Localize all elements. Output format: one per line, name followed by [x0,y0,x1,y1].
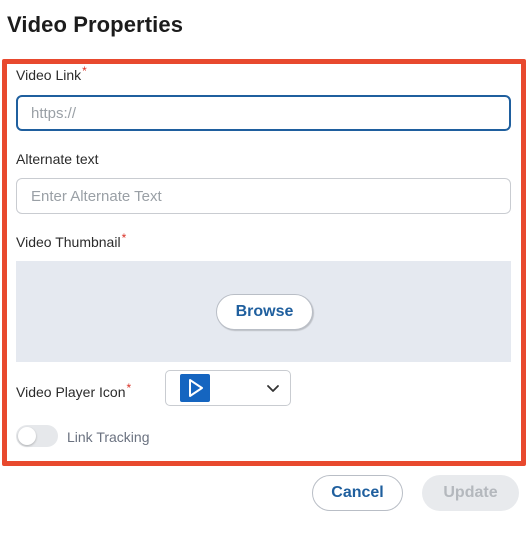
alternate-text-label: Alternate text [16,151,99,167]
video-link-input[interactable] [16,95,511,131]
video-player-icon-label-text: Video Player Icon [16,384,126,400]
video-link-label-text: Video Link [16,67,82,83]
video-link-label: Video Link* [16,64,87,83]
required-star: * [82,64,87,78]
alternate-text-input[interactable] [16,178,511,214]
video-player-icon-label: Video Player Icon* [16,381,132,400]
chevron-down-icon [266,382,280,400]
required-star: * [121,231,127,245]
thumbnail-drop-area[interactable]: Browse [16,261,511,362]
link-tracking-toggle[interactable] [16,425,58,447]
browse-button[interactable]: Browse [216,294,313,330]
link-tracking-label: Link Tracking [67,429,150,445]
video-player-icon-select[interactable] [165,370,291,406]
update-button[interactable]: Update [422,475,519,511]
play-icon [180,374,210,402]
video-thumbnail-label-text: Video Thumbnail [16,234,121,250]
video-thumbnail-label: Video Thumbnail* [16,231,127,250]
required-star: * [126,381,132,395]
toggle-knob [18,427,36,445]
page-title: Video Properties [7,12,184,37]
cancel-button[interactable]: Cancel [312,475,403,511]
